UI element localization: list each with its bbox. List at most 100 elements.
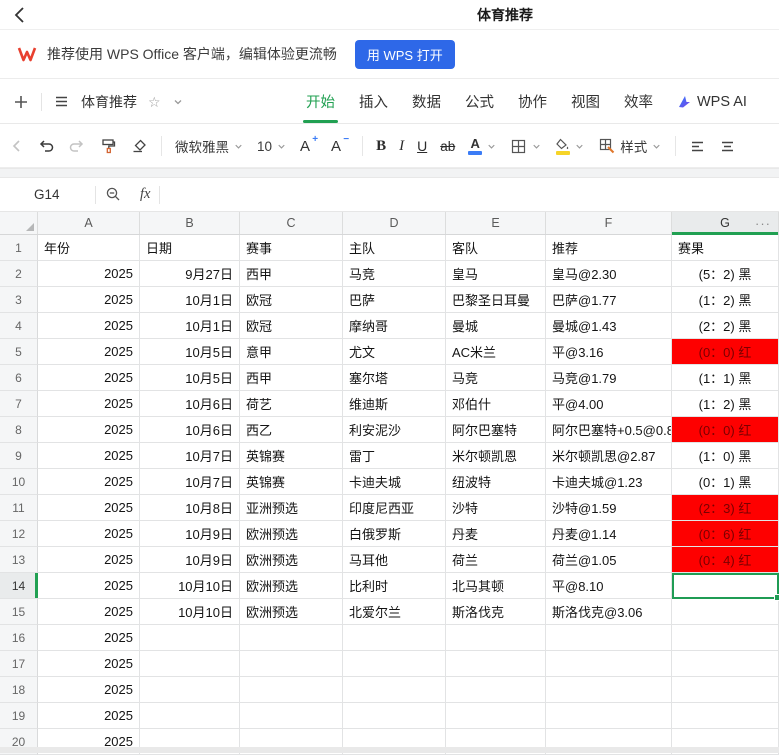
row-header-3[interactable]: 3: [0, 287, 38, 313]
row-header-14[interactable]: 14: [0, 573, 38, 599]
cell-F6[interactable]: 马竞@1.79: [546, 365, 672, 391]
cell-B4[interactable]: 10月1日: [140, 313, 240, 339]
cell-D10[interactable]: 卡迪夫城: [343, 469, 446, 495]
cell-F1[interactable]: 推荐: [546, 235, 672, 261]
cell-B16[interactable]: [140, 625, 240, 651]
row-header-1[interactable]: 1: [0, 235, 38, 261]
cell-C5[interactable]: 意甲: [240, 339, 343, 365]
cell-E6[interactable]: 马竞: [446, 365, 546, 391]
cell-B10[interactable]: 10月7日: [140, 469, 240, 495]
cell-F16[interactable]: [546, 625, 672, 651]
cell-A15[interactable]: 2025: [38, 599, 140, 625]
cell-F2[interactable]: 皇马@2.30: [546, 261, 672, 287]
cell-B15[interactable]: 10月10日: [140, 599, 240, 625]
cell-D18[interactable]: [343, 677, 446, 703]
cell-F17[interactable]: [546, 651, 672, 677]
align-center-icon[interactable]: [719, 138, 736, 155]
chevron-down-icon[interactable]: [651, 141, 662, 152]
cell-A6[interactable]: 2025: [38, 365, 140, 391]
cell-E16[interactable]: [446, 625, 546, 651]
cell-G3[interactable]: (1：2) 黑: [672, 287, 779, 313]
cell-B9[interactable]: 10月7日: [140, 443, 240, 469]
align-left-icon[interactable]: [689, 138, 706, 155]
chevron-down-icon[interactable]: [486, 141, 497, 152]
cell-D8[interactable]: 利安泥沙: [343, 417, 446, 443]
column-header-C[interactable]: C: [240, 212, 343, 234]
cell-G19[interactable]: [672, 703, 779, 729]
document-name[interactable]: 体育推荐: [81, 92, 137, 112]
row-header-2[interactable]: 2: [0, 261, 38, 287]
cell-F9[interactable]: 米尔顿凯思@2.87: [546, 443, 672, 469]
font-color-button[interactable]: A: [468, 137, 497, 155]
more-columns-button[interactable]: ···: [755, 212, 771, 234]
cell-A7[interactable]: 2025: [38, 391, 140, 417]
cell-B1[interactable]: 日期: [140, 235, 240, 261]
cell-C6[interactable]: 西甲: [240, 365, 343, 391]
row-header-16[interactable]: 16: [0, 625, 38, 651]
cell-C4[interactable]: 欧冠: [240, 313, 343, 339]
cell-A1[interactable]: 年份: [38, 235, 140, 261]
cell-E19[interactable]: [446, 703, 546, 729]
cell-C3[interactable]: 欧冠: [240, 287, 343, 313]
cell-B19[interactable]: [140, 703, 240, 729]
cell-C15[interactable]: 欧洲预选: [240, 599, 343, 625]
horizontal-scrollbar[interactable]: [0, 747, 779, 753]
column-header-F[interactable]: F: [546, 212, 672, 234]
tab-数据[interactable]: 数据: [412, 80, 441, 123]
cell-E15[interactable]: 斯洛伐克: [446, 599, 546, 625]
cell-E18[interactable]: [446, 677, 546, 703]
bold-button[interactable]: B: [376, 138, 386, 155]
cell-B11[interactable]: 10月8日: [140, 495, 240, 521]
tab-开始[interactable]: 开始: [306, 80, 335, 123]
cell-B2[interactable]: 9月27日: [140, 261, 240, 287]
cell-B6[interactable]: 10月5日: [140, 365, 240, 391]
back-icon[interactable]: [10, 4, 32, 26]
eraser-icon[interactable]: [130, 137, 148, 155]
cell-E2[interactable]: 皇马: [446, 261, 546, 287]
row-header-9[interactable]: 9: [0, 443, 38, 469]
italic-button[interactable]: I: [399, 138, 404, 155]
undo-icon[interactable]: [37, 137, 55, 155]
cell-D6[interactable]: 塞尔塔: [343, 365, 446, 391]
cell-C13[interactable]: 欧洲预选: [240, 547, 343, 573]
row-header-12[interactable]: 12: [0, 521, 38, 547]
row-header-15[interactable]: 15: [0, 599, 38, 625]
cell-D14[interactable]: 比利时: [343, 573, 446, 599]
column-header-E[interactable]: E: [446, 212, 546, 234]
cell-F13[interactable]: 荷兰@1.05: [546, 547, 672, 573]
cell-B14[interactable]: 10月10日: [140, 573, 240, 599]
cell-E3[interactable]: 巴黎圣日耳曼: [446, 287, 546, 313]
cell-G14[interactable]: [672, 573, 779, 599]
cell-F12[interactable]: 丹麦@1.14: [546, 521, 672, 547]
cell-G11[interactable]: (2：3) 红: [672, 495, 779, 521]
row-header-13[interactable]: 13: [0, 547, 38, 573]
cell-C19[interactable]: [240, 703, 343, 729]
chevron-down-icon[interactable]: [574, 141, 585, 152]
cell-G16[interactable]: [672, 625, 779, 651]
cell-D1[interactable]: 主队: [343, 235, 446, 261]
tab-wps-ai[interactable]: WPS AI: [677, 80, 747, 123]
cell-E5[interactable]: AC米兰: [446, 339, 546, 365]
cell-A10[interactable]: 2025: [38, 469, 140, 495]
cell-G5[interactable]: (0：0) 红: [672, 339, 779, 365]
decrease-font-icon[interactable]: A−: [331, 138, 349, 155]
menu-hamburger-icon[interactable]: [53, 93, 70, 110]
cell-E11[interactable]: 沙特: [446, 495, 546, 521]
format-painter-icon[interactable]: [99, 137, 117, 155]
cell-G12[interactable]: (0：6) 红: [672, 521, 779, 547]
cell-G15[interactable]: [672, 599, 779, 625]
cell-B3[interactable]: 10月1日: [140, 287, 240, 313]
cell-G8[interactable]: (0：0) 红: [672, 417, 779, 443]
strikethrough-button[interactable]: ab: [440, 139, 455, 154]
open-in-wps-button[interactable]: 用 WPS 打开: [355, 40, 455, 69]
cell-C14[interactable]: 欧洲预选: [240, 573, 343, 599]
row-header-7[interactable]: 7: [0, 391, 38, 417]
cell-F7[interactable]: 平@4.00: [546, 391, 672, 417]
cell-G9[interactable]: (1：0) 黑: [672, 443, 779, 469]
cell-F8[interactable]: 阿尔巴塞特+0.5@0.8: [546, 417, 672, 443]
row-header-18[interactable]: 18: [0, 677, 38, 703]
insert-function-icon[interactable]: fx: [140, 186, 150, 203]
increase-font-icon[interactable]: A+: [300, 138, 318, 155]
cell-A5[interactable]: 2025: [38, 339, 140, 365]
cell-A17[interactable]: 2025: [38, 651, 140, 677]
